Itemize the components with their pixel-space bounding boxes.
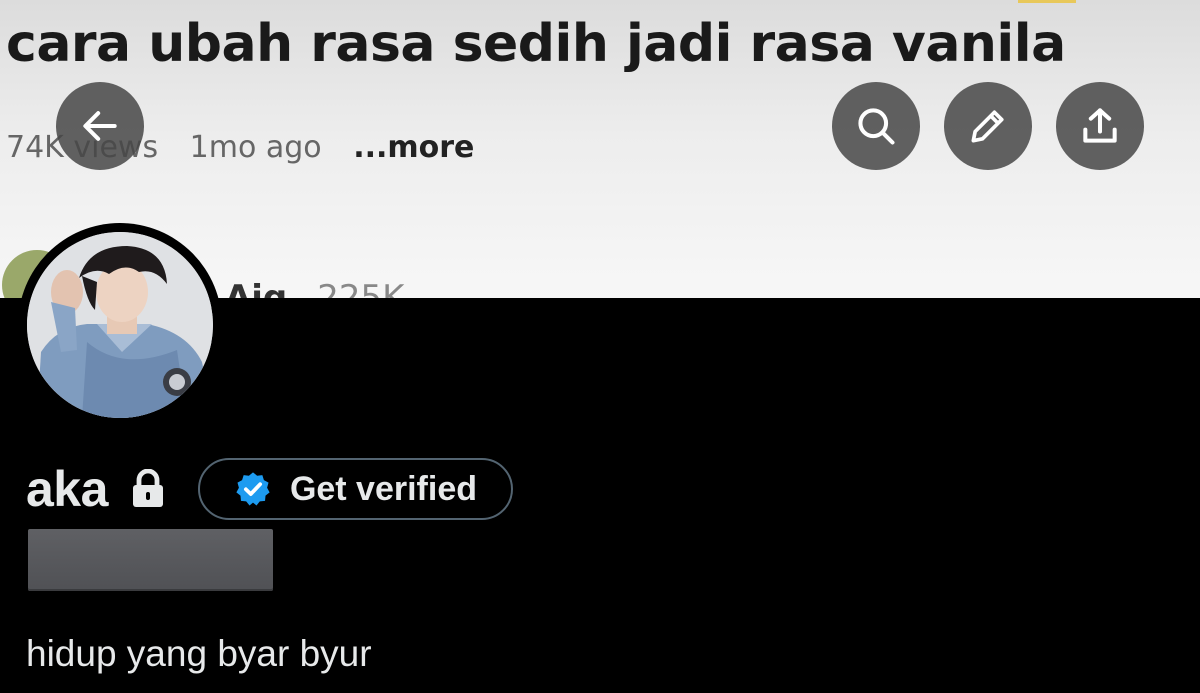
- back-button[interactable]: [56, 82, 144, 170]
- banner-video-title: cara ubah rasa sedih jadi rasa vanila: [6, 14, 1066, 74]
- search-button[interactable]: [832, 82, 920, 170]
- verified-badge-icon: [234, 470, 272, 508]
- arrow-left-icon: [83, 111, 117, 141]
- profile-name-row: aka Get verified: [26, 456, 514, 522]
- lock-icon: [130, 469, 166, 509]
- avatar-image: [27, 232, 213, 418]
- display-name: aka: [26, 461, 108, 517]
- pencil-icon: [971, 110, 1004, 143]
- profile-bio: hidup yang byar byur: [26, 633, 372, 674]
- share-button[interactable]: [1056, 82, 1144, 170]
- banner-channel-subs: 225K: [317, 278, 405, 298]
- banner-more: ...more: [353, 130, 475, 165]
- profile-avatar[interactable]: [18, 223, 222, 427]
- redacted-handle: [28, 529, 273, 591]
- get-verified-button[interactable]: Get verified: [197, 458, 514, 520]
- banner-age: 1mo ago: [189, 130, 322, 165]
- banner-decoration: [1018, 0, 1076, 3]
- edit-button[interactable]: [944, 82, 1032, 170]
- search-icon: [858, 108, 895, 145]
- share-upload-icon: [1083, 108, 1117, 143]
- banner-channel-row: e Aig 225K: [190, 278, 404, 298]
- avatar-photo: [27, 232, 213, 418]
- get-verified-label: Get verified: [289, 469, 478, 508]
